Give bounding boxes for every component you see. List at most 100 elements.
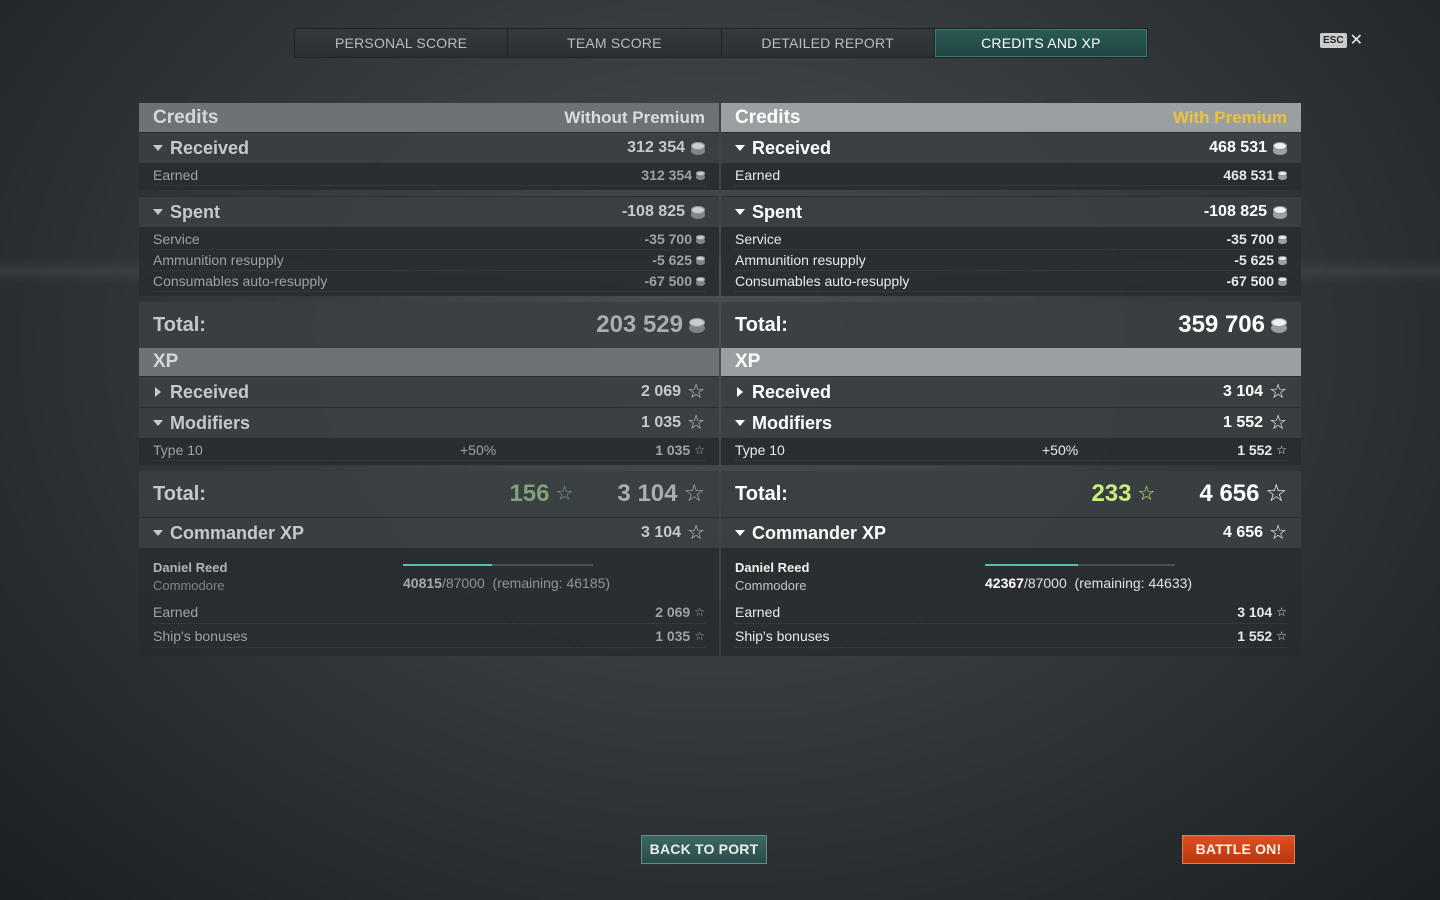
list-item: Service -35 700	[735, 229, 1287, 250]
row-label: Type 10	[735, 442, 785, 458]
commander-details: Daniel Reed Commodore 40815/87000 (remai…	[139, 548, 719, 656]
credits-received-value: 312 354	[627, 139, 685, 156]
credits-coin-icon	[1271, 317, 1287, 333]
xp-star-icon: ☆	[687, 381, 705, 403]
row-label: Earned	[735, 167, 781, 183]
list-item: Earned 468 531	[735, 165, 1287, 186]
credits-spent-toggle[interactable]: Spent -108 825	[139, 196, 719, 227]
total-label: Total:	[153, 482, 206, 505]
xp-star-icon: ☆	[694, 628, 705, 643]
credits-spent-value: -108 825	[1203, 203, 1267, 220]
row-value: 468 531	[1223, 167, 1274, 183]
progress-current: 40815	[403, 575, 442, 591]
xp-received-toggle[interactable]: Received 3 104 ☆	[721, 376, 1301, 407]
row-label: Ammunition resupply	[153, 252, 284, 268]
xp-header: XP	[139, 348, 719, 376]
triangle-down-icon	[153, 420, 163, 426]
total-label: Total:	[153, 313, 206, 336]
xp-star-icon: ☆	[1265, 480, 1287, 507]
row-label: Ammunition resupply	[735, 252, 866, 268]
xp-star-icon: ☆	[555, 483, 574, 505]
list-item: Consumables auto-resupply -67 500	[735, 271, 1287, 292]
row-value: -67 500	[1226, 273, 1274, 289]
row-label: Service	[153, 231, 200, 247]
credits-spent-toggle[interactable]: Spent -108 825	[721, 196, 1301, 227]
credits-coin-icon	[696, 234, 705, 244]
panel-without-premium: Credits Without Premium Received 312 354…	[139, 103, 719, 656]
triangle-down-icon	[153, 145, 163, 151]
row-value: 1 552	[1237, 627, 1273, 644]
xp-bonus-value: 156	[509, 480, 550, 507]
tab-credits-and-xp[interactable]: CREDITS AND XP	[934, 29, 1147, 57]
xp-received-toggle[interactable]: Received 2 069 ☆	[139, 376, 719, 407]
section-label: Modifiers	[752, 412, 833, 433]
credits-spent-value: -108 825	[621, 203, 685, 220]
row-label: Earned	[153, 167, 199, 183]
tab-detailed-report[interactable]: DETAILED REPORT	[721, 29, 935, 57]
credits-title: Credits	[153, 106, 219, 128]
credits-coin-icon	[1273, 141, 1287, 155]
commander-xp-toggle[interactable]: Commander XP 4 656 ☆	[721, 517, 1301, 548]
credits-total-value: 203 529	[596, 311, 683, 338]
credits-total: Total: 203 529	[139, 302, 719, 348]
row-value: 3 104	[1237, 603, 1273, 620]
list-item: Ship's bonuses 1 035 ☆	[153, 624, 705, 648]
esc-key-icon: ESC	[1320, 33, 1347, 48]
credits-received-rows: Earned 468 531	[721, 163, 1301, 190]
xp-total: Total: 233 ☆ 4 656 ☆	[721, 471, 1301, 517]
credits-received-toggle[interactable]: Received 312 354	[139, 132, 719, 163]
list-item: Ammunition resupply -5 625	[153, 250, 705, 271]
section-label: Commander XP	[752, 522, 887, 543]
commander-rank: Commodore	[153, 578, 225, 593]
commander-xp-toggle[interactable]: Commander XP 3 104 ☆	[139, 517, 719, 548]
credits-received-toggle[interactable]: Received 468 531	[721, 132, 1301, 163]
triangle-down-icon	[735, 209, 745, 215]
credits-coin-icon	[1278, 170, 1287, 180]
section-label: Spent	[752, 201, 803, 222]
row-label: Consumables auto-resupply	[153, 273, 328, 289]
progress-current: 42367	[985, 575, 1024, 591]
row-value: 2 069	[655, 603, 691, 620]
credits-coin-icon	[1278, 234, 1287, 244]
xp-star-icon: ☆	[687, 522, 705, 544]
commander-name: Daniel Reed	[153, 560, 228, 575]
xp-modifiers-value: 1 552	[1223, 414, 1264, 431]
tab-team-score[interactable]: TEAM SCORE	[508, 29, 722, 57]
battle-on-button[interactable]: BATTLE ON!	[1182, 835, 1295, 864]
row-label: Ship's bonuses	[153, 627, 248, 644]
xp-modifiers-toggle[interactable]: Modifiers 1 035 ☆	[139, 407, 719, 438]
xp-star-icon: ☆	[1269, 381, 1287, 403]
credits-coin-icon	[1278, 276, 1287, 286]
section-label: Received	[170, 137, 250, 158]
premium-mode-label: Without Premium	[564, 107, 705, 127]
row-value: 312 354	[641, 167, 692, 183]
xp-received-value: 3 104	[1223, 383, 1264, 400]
triangle-down-icon	[153, 530, 163, 536]
row-label: Type 10	[153, 442, 203, 458]
credits-total: Total: 359 706	[721, 302, 1301, 348]
modifier-percent: +50%	[460, 442, 497, 458]
credits-spent-rows: Service -35 700 Ammunition resupply -5 6…	[139, 227, 719, 296]
section-label: Received	[170, 381, 250, 402]
xp-star-icon: ☆	[687, 412, 705, 434]
tab-personal-score[interactable]: PERSONAL SCORE	[295, 29, 509, 57]
xp-star-icon: ☆	[1276, 628, 1287, 643]
close-icon[interactable]: ✕	[1350, 32, 1363, 48]
list-item: Service -35 700	[153, 229, 705, 250]
credits-coin-icon	[691, 205, 705, 219]
xp-total-value: 4 656	[1199, 480, 1260, 507]
xp-modifiers-toggle[interactable]: Modifiers 1 552 ☆	[721, 407, 1301, 438]
xp-header: XP	[721, 348, 1301, 376]
close-button[interactable]: ESC ✕	[1320, 32, 1363, 48]
back-to-port-button[interactable]: BACK TO PORT	[641, 835, 767, 864]
credits-coin-icon	[696, 255, 705, 265]
row-value: -67 500	[644, 273, 692, 289]
row-label: Earned	[153, 603, 199, 620]
xp-star-icon: ☆	[683, 480, 705, 507]
credits-coin-icon	[1273, 205, 1287, 219]
list-item: Ship's bonuses 1 552 ☆	[735, 624, 1287, 648]
commander-progress-bar	[985, 564, 1175, 566]
list-item: Earned 312 354	[153, 165, 705, 186]
xp-star-icon: ☆	[694, 443, 705, 457]
xp-star-icon: ☆	[1137, 483, 1156, 505]
